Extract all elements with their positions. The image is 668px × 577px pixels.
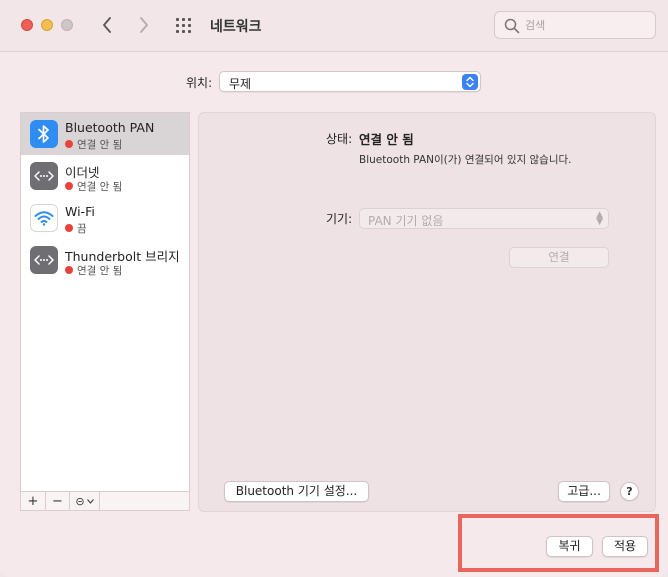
search-icon	[504, 18, 520, 34]
status-label: 상태:	[326, 132, 353, 146]
device-select[interactable]: PAN 기기 없음 ▲ ▼	[359, 208, 609, 229]
wifi-icon	[30, 204, 58, 232]
zoom-window-button[interactable]	[61, 19, 73, 31]
service-status: 연결 안 됨	[65, 137, 122, 152]
service-status-text: 연결 안 됨	[77, 139, 123, 151]
service-ethernet[interactable]: 이더넷 연결 안 됨	[21, 155, 189, 197]
service-status-text: 연결 안 됨	[77, 181, 123, 193]
service-wifi[interactable]: Wi-Fi 끔	[21, 197, 189, 239]
chevron-left-icon	[103, 17, 111, 33]
help-button[interactable]: ?	[620, 482, 639, 501]
select-arrows-icon	[462, 74, 478, 90]
status-dot-icon	[65, 182, 73, 190]
service-bluetooth-pan[interactable]: Bluetooth PAN 연결 안 됨	[21, 113, 189, 155]
action-menu-button[interactable]: ⊝	[70, 492, 100, 510]
location-label: 위치:	[186, 76, 213, 90]
network-preferences-window: 네트워크 위치: 무제 Bluetooth PAN	[0, 0, 668, 577]
back-button[interactable]	[96, 14, 118, 36]
revert-button[interactable]: 복귀	[546, 536, 593, 557]
apply-button[interactable]: 적용	[602, 536, 648, 557]
status-value: 연결 안 됨	[359, 132, 414, 147]
minus-icon: −	[52, 493, 63, 509]
chevron-down-icon	[86, 498, 94, 504]
status-dot-icon	[65, 266, 73, 274]
ellipsis-circle-icon: ⊝	[75, 494, 85, 508]
window-title: 네트워크	[210, 19, 262, 35]
plus-icon: +	[27, 493, 39, 509]
bluetooth-device-settings-button[interactable]: Bluetooth 기기 설정...	[224, 481, 369, 502]
service-name: Bluetooth PAN	[65, 120, 155, 135]
location-value: 무제	[229, 77, 252, 91]
service-detail-pane: 상태: 연결 안 됨 Bluetooth PAN이(가) 연결되어 있지 않습니…	[198, 112, 656, 512]
select-arrows-icon: ▲ ▼	[596, 210, 603, 227]
service-thunderbolt-bridge[interactable]: Thunderbolt 브리지 연결 안 됨	[21, 239, 189, 281]
status-dot-icon	[65, 224, 73, 232]
status-description: Bluetooth PAN이(가) 연결되어 있지 않습니다.	[359, 154, 572, 166]
services-list: Bluetooth PAN 연결 안 됨 이더넷 연결 안 됨 Wi-Fi 끔 …	[20, 112, 190, 492]
search-input[interactable]	[525, 16, 645, 34]
bluetooth-icon	[30, 120, 58, 148]
show-all-grid-button[interactable]	[174, 16, 196, 36]
service-status: 연결 안 됨	[65, 179, 122, 194]
service-status-text: 연결 안 됨	[77, 265, 123, 277]
services-toolbar: + − ⊝	[20, 491, 190, 511]
connect-button[interactable]: 연결	[509, 247, 609, 268]
device-value: PAN 기기 없음	[368, 214, 444, 228]
titlebar: 네트워크	[0, 0, 668, 52]
service-status: 끔	[65, 221, 87, 236]
ethernet-icon	[30, 162, 58, 190]
search-field[interactable]	[494, 11, 656, 39]
advanced-button[interactable]: 고급...	[558, 481, 610, 502]
chevron-right-icon	[140, 17, 148, 33]
minimize-window-button[interactable]	[41, 19, 53, 31]
close-window-button[interactable]	[21, 19, 33, 31]
service-status-text: 끔	[77, 223, 87, 235]
thunderbolt-bridge-icon	[30, 246, 58, 274]
location-select[interactable]: 무제	[219, 71, 481, 92]
forward-button[interactable]	[133, 14, 155, 36]
status-dot-icon	[65, 140, 73, 148]
device-label: 기기:	[326, 212, 353, 226]
remove-service-button[interactable]: −	[46, 492, 70, 510]
add-service-button[interactable]: +	[21, 492, 46, 510]
service-name: Wi-Fi	[65, 204, 95, 219]
service-status: 연결 안 됨	[65, 263, 122, 278]
